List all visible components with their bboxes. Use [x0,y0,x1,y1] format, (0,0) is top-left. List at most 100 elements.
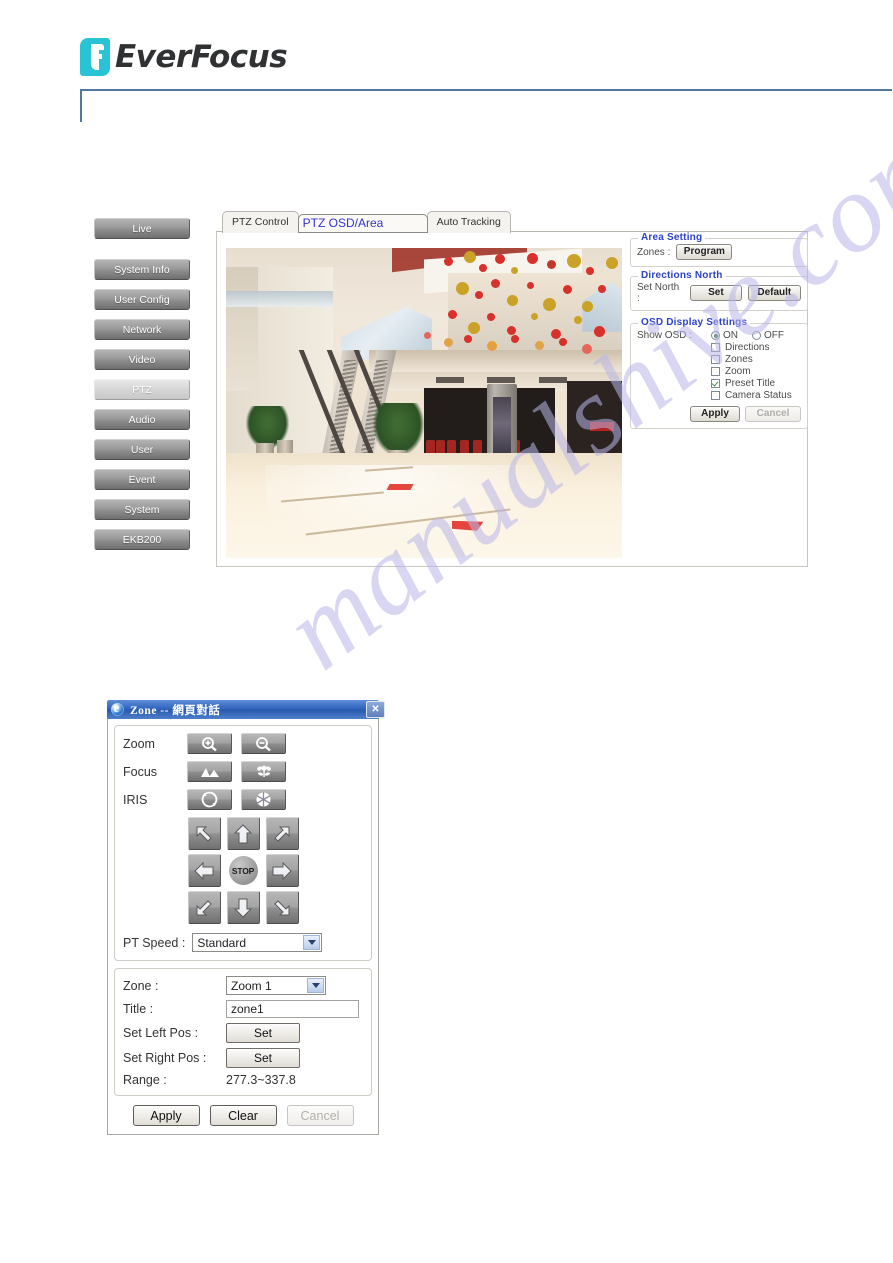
zone-dialog-actions: Apply Clear Cancel [114,1105,372,1126]
flower-icon[interactable] [241,761,286,782]
osd-checkbox-zoom[interactable] [711,367,720,376]
title-input[interactable]: zone1 [226,1000,359,1018]
sidebar-item-network[interactable]: Network [94,319,190,340]
zone-dialog: Zone -- 網頁對話 ✕ Zoom Focus [107,700,385,1135]
zone-select[interactable]: Zoom 1 [226,976,326,995]
header-divider [80,89,892,91]
tab-ptz-control[interactable]: PTZ Control [222,211,299,233]
focus-row: Focus [123,761,363,782]
ptz-control-panel: Zoom Focus IRIS STOP PT Speed: Standard [114,725,372,961]
brand-name: EverFocus [115,39,288,75]
magnifier-minus-icon[interactable] [241,733,286,754]
set-north-button[interactable]: Set [690,285,742,301]
arrow-up-icon[interactable] [226,817,260,850]
iris-row: IRIS [123,789,363,810]
osd-checkbox-camera-status[interactable] [711,391,720,400]
zoom-row: Zoom [123,733,363,754]
directions-north-legend: Directions North [638,270,726,281]
sidebar-item-video[interactable]: Video [94,349,190,370]
magnifier-plus-icon[interactable] [187,733,232,754]
sidebar-item-user[interactable]: User [94,439,190,460]
pt-speed-value: Standard [197,935,247,950]
osd-apply-button[interactable]: Apply [690,406,740,422]
focus-label: Focus [123,764,158,779]
pt-speed-select[interactable]: Standard [192,933,323,952]
arrow-up-right-icon[interactable] [265,817,299,850]
arrow-right-icon[interactable] [265,854,299,887]
sidebar-item-ptz[interactable]: PTZ [94,379,190,400]
osd-checkbox-directions[interactable] [711,343,720,352]
default-north-button[interactable]: Default [747,285,801,301]
zones-label: Zones : [637,246,671,258]
iris-close-icon[interactable] [241,789,286,810]
set-right-pos-row: Set Right Pos : Set [123,1048,363,1068]
osd-display-settings-group: OSD Display Settings Show OSD : ON OFF D… [630,317,808,429]
osd-label-zones: Zones [725,354,753,365]
arrow-up-left-icon[interactable] [187,817,221,850]
osd-radio-off[interactable] [752,331,761,340]
arrow-down-icon[interactable] [226,891,260,924]
zone-dialog-titlebar[interactable]: Zone -- 網頁對話 ✕ [107,700,385,719]
arrow-down-right-icon[interactable] [265,891,299,924]
range-row: Range : 277.3~337.8 [123,1073,363,1087]
sidebar-item-user-config[interactable]: User Config [94,289,190,310]
mountain-icon[interactable] [187,761,232,782]
sidebar-item-audio[interactable]: Audio [94,409,190,430]
osd-label-zoom: Zoom [725,366,751,377]
zone-cancel-button: Cancel [286,1105,354,1126]
iris-label: IRIS [123,792,148,807]
range-label: Range : [123,1073,167,1087]
arrow-left-icon[interactable] [187,854,221,887]
sidebar-nav: Live System Info User Config Network Vid… [94,218,190,559]
osd-checkbox-zones[interactable] [711,355,720,364]
title-row: Title : zone1 [123,1000,363,1018]
arrow-down-left-icon[interactable] [187,891,221,924]
direction-pad: STOP [187,817,299,924]
osd-label-preset-title: Preset Title [725,378,776,389]
chevron-down-icon [307,978,324,993]
osd-radio-on[interactable] [711,331,720,340]
osd-radio-off-label: OFF [764,330,784,341]
osd-radio-on-label: ON [723,330,738,341]
set-left-pos-row: Set Left Pos : Set [123,1023,363,1043]
tab-bar: PTZ Control PTZ OSD/Area Auto Tracking [222,211,511,233]
title-label: Title : [123,1002,154,1016]
zone-label: Zone : [123,978,159,993]
header-divider-tick [80,89,82,122]
tab-ptz-osd-area[interactable]: PTZ OSD/Area [297,214,428,233]
zone-settings-panel: Zone : Zoom 1 Title : zone1 Set Left Pos… [114,968,372,1096]
zone-dialog-body: Zoom Focus IRIS STOP PT Speed: Standard… [107,719,379,1135]
tab-auto-tracking[interactable]: Auto Tracking [426,211,511,233]
directions-north-group: Directions North Set North : Set Default [630,270,808,311]
sidebar-item-system[interactable]: System [94,499,190,520]
osd-label-camera-status: Camera Status [725,390,792,401]
program-button[interactable]: Program [676,244,733,260]
iris-open-icon[interactable] [187,789,232,810]
osd-cancel-button: Cancel [745,406,801,422]
sidebar-item-ekb200[interactable]: EKB200 [94,529,190,550]
area-setting-legend: Area Setting [638,232,706,243]
zone-dialog-title: Zone -- 網頁對話 [130,704,221,717]
range-value: 277.3~337.8 [226,1073,296,1087]
zone-select-row: Zone : Zoom 1 [123,976,363,995]
stop-button[interactable]: STOP [228,856,258,885]
brand-logo: EverFocus [80,38,288,76]
zone-value: Zoom 1 [231,978,272,993]
zone-clear-button[interactable]: Clear [209,1105,277,1126]
sidebar-item-system-info[interactable]: System Info [94,259,190,280]
osd-checkbox-preset-title[interactable] [711,379,720,388]
osd-legend: OSD Display Settings [638,317,751,328]
pt-speed-label: PT Speed : [123,935,186,950]
sidebar-item-event[interactable]: Event [94,469,190,490]
osd-label-directions: Directions [725,342,770,353]
set-left-pos-button[interactable]: Set [226,1023,300,1043]
sidebar-item-live[interactable]: Live [94,218,190,239]
video-preview[interactable] [226,248,622,558]
show-osd-label: Show OSD : [637,330,693,341]
everfocus-f-logo-icon [80,38,110,76]
close-icon[interactable]: ✕ [366,701,385,718]
zone-apply-button[interactable]: Apply [132,1105,200,1126]
settings-column: Area Setting Zones : Program Directions … [630,232,808,438]
set-right-pos-button[interactable]: Set [226,1048,300,1068]
area-setting-group: Area Setting Zones : Program [630,232,808,267]
